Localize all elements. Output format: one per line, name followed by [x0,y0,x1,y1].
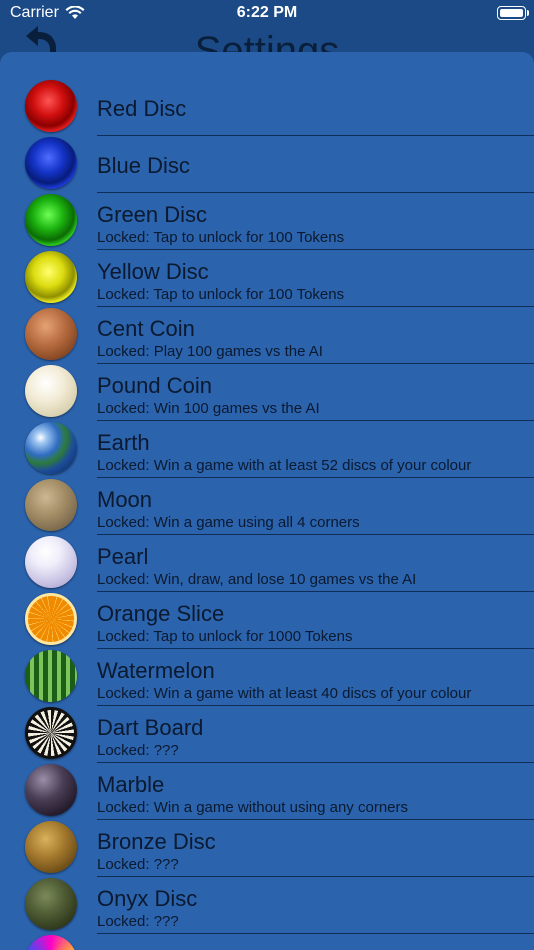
page-title: Settings [194,29,340,52]
psychedelic-disc-icon [25,935,77,950]
disc-title: Bronze Disc [97,829,216,854]
disc-list-item[interactable]: Orange Slice Locked: Tap to unlock for 10… [0,592,534,649]
disc-title: Watermelon [97,658,215,683]
green-disc-icon [25,194,77,246]
blue-disc-icon [25,137,77,189]
disc-unlock-requirement: Locked: Win 100 games vs the AI [97,400,320,417]
earth-icon [25,422,77,474]
disc-unlock-requirement: Locked: Win a game without using any cor… [97,799,408,816]
red-disc-icon [25,80,77,132]
disc-unlock-requirement: Locked: ??? [97,742,179,759]
watermelon-icon [25,650,77,702]
disc-unlock-requirement: Locked: Play 100 games vs the AI [97,343,323,360]
disc-unlock-requirement: Locked: Win, draw, and lose 10 games vs … [97,571,417,588]
disc-title: Moon [97,487,153,512]
bronze-disc-icon [25,821,77,873]
disc-list-item[interactable]: Onyx Disc Locked: ??? [0,877,534,934]
battery-icon [497,6,529,20]
disc-list-item[interactable]: Watermelon Locked: Win a game with at lea… [0,649,534,706]
disc-title: Orange Slice [97,601,225,626]
disc-list-item[interactable]: Pearl Locked: Win, draw, and lose 10 game… [0,535,534,592]
disc-unlock-requirement: Locked: Win a game with at least 52 disc… [97,457,472,474]
disc-list-item[interactable]: Cent Coin Locked: Play 100 games vs the A… [0,307,534,364]
disc-unlock-requirement: Locked: Win a game with at least 40 disc… [97,685,472,702]
cent-coin-icon [25,308,77,360]
orange-slice-icon [25,593,77,645]
status-time: 6:22 PM [236,4,298,21]
disc-list-item[interactable]: Yellow Disc Locked: Tap to unlock for 100… [0,250,534,307]
disc-unlock-requirement: Locked: Tap to unlock for 100 Tokens [97,229,345,246]
disc-title: Pearl [97,544,149,569]
disc-list-item[interactable]: Red Disc [0,79,534,136]
disc-list-item[interactable]: Blue Disc [0,136,534,193]
disc-unlock-requirement: Locked: ??? [97,913,179,930]
disc-list-item[interactable]: Pound Coin Locked: Win 100 games vs the A… [0,364,534,421]
disc-title: Cent Coin [97,316,195,341]
disc-title: Red Disc [97,96,187,121]
disc-title: Pound Coin [97,373,212,398]
disc-title: Marble [97,772,165,797]
disc-list-item[interactable]: Green Disc Locked: Tap to unlock for 100 … [0,193,534,250]
disc-list-sheet: Red Disc Blue Disc Green Disc Locked: Tap t… [0,52,534,950]
disc-title: Onyx Disc [97,886,198,911]
disc-list-item[interactable]: Bronze Disc Locked: ??? [0,820,534,877]
disc-title: Dart Board [97,715,204,740]
marble-icon [25,764,77,816]
disc-list-item[interactable]: Psychedelic Disc [0,934,534,950]
disc-list-item[interactable]: Dart Board Locked: ??? [0,706,534,763]
disc-title: Earth [97,430,150,455]
disc-unlock-requirement: Locked: Win a game using all 4 corners [97,514,360,531]
disc-unlock-requirement: Locked: Tap to unlock for 100 Tokens [97,286,345,303]
moon-icon [25,479,77,531]
disc-list-item[interactable]: Moon Locked: Win a game using all 4 corne… [0,478,534,535]
pound-coin-icon [25,365,77,417]
pearl-icon [25,536,77,588]
disc-unlock-requirement: Locked: ??? [97,856,179,873]
dart-board-icon [25,707,77,759]
onyx-disc-icon [25,878,77,930]
disc-list-item[interactable]: Marble Locked: Win a game without using a… [0,763,534,820]
status-bar: Carrier 6:22 PM [0,0,534,26]
disc-title: Green Disc [97,202,208,227]
disc-title: Yellow Disc [97,259,209,284]
yellow-disc-icon [25,251,77,303]
disc-title: Blue Disc [97,153,190,178]
disc-unlock-requirement: Locked: Tap to unlock for 1000 Tokens [97,628,353,645]
disc-list-item[interactable]: Earth Locked: Win a game with at least 52… [0,421,534,478]
